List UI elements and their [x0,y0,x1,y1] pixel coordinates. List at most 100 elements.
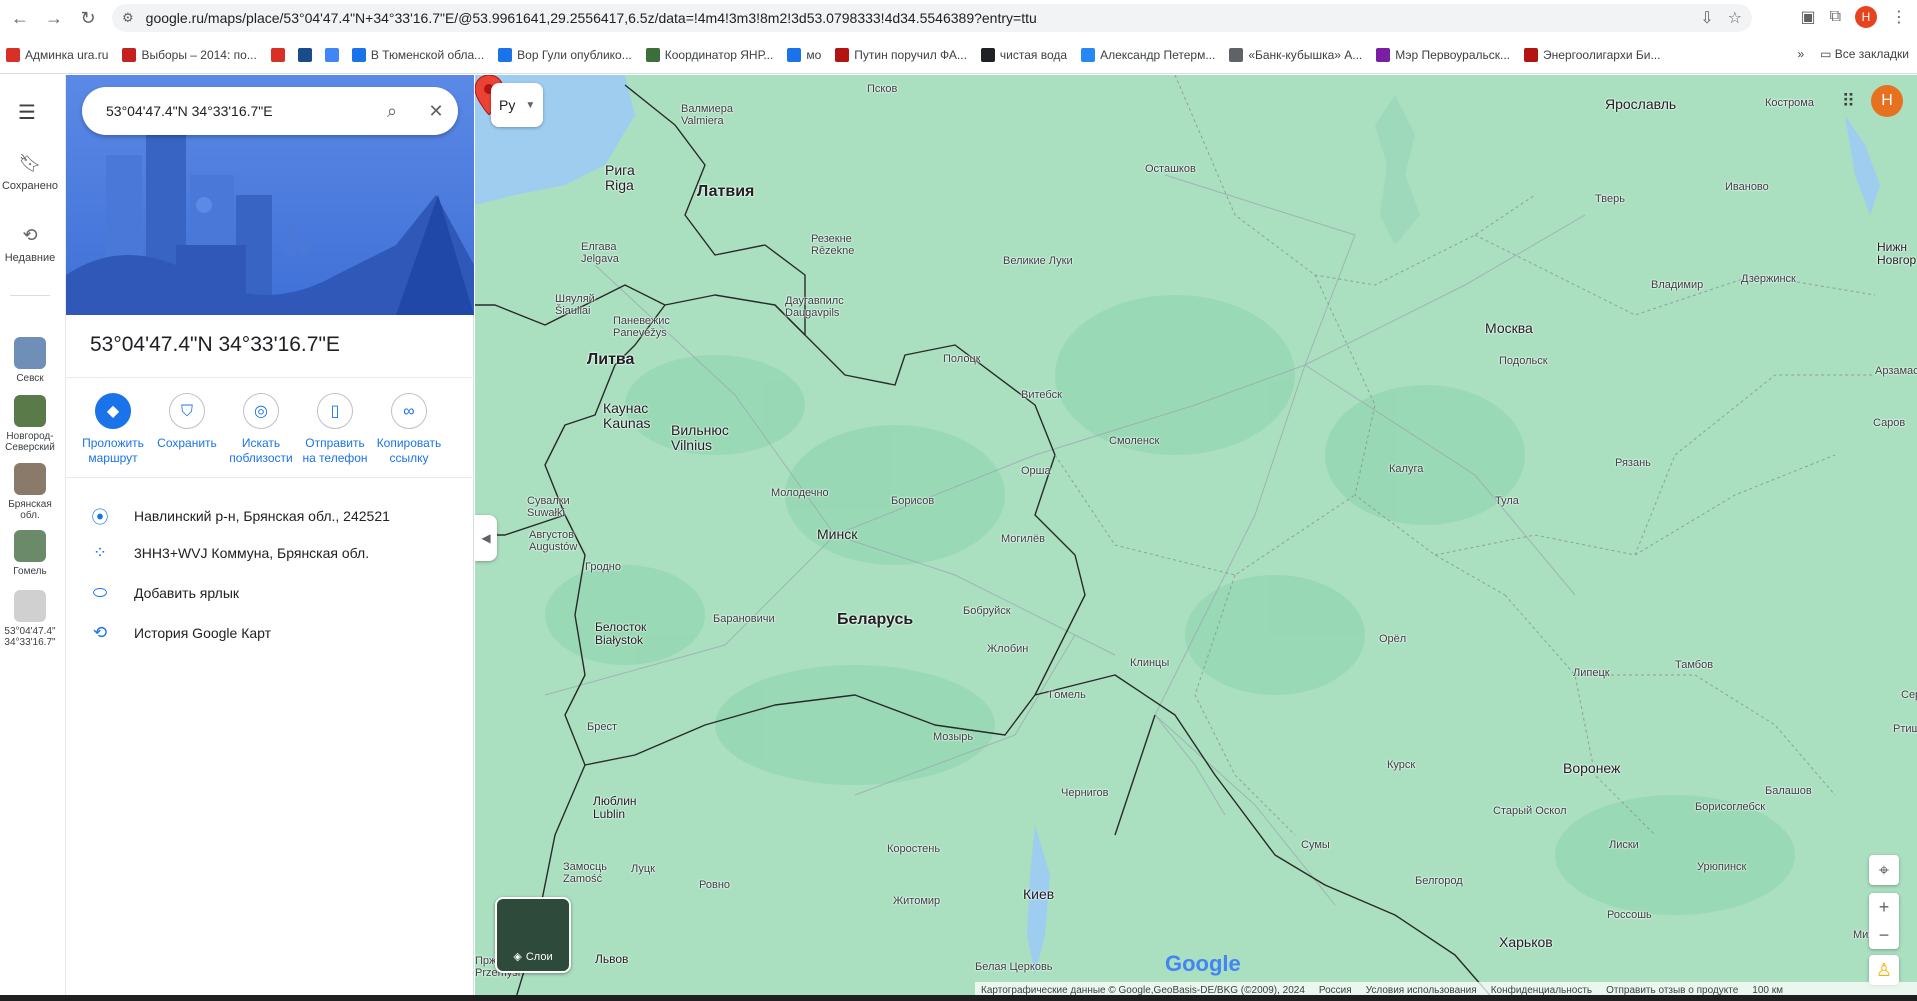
city-label[interactable]: Полоцк [943,353,981,365]
country-label[interactable]: Латвия [697,183,754,201]
city-label[interactable]: Брест [587,721,617,733]
city-label[interactable]: Кострома [1765,97,1814,109]
city-label[interactable]: Елгава Jelgava [581,241,619,265]
add-label-row[interactable]: ⬭ Добавить ярлык [90,583,239,603]
city-label[interactable]: Орша [1021,465,1051,477]
extensions-puzzle-icon[interactable]: ⧉ [1830,8,1841,26]
city-label[interactable]: Белосток Białystok [595,620,646,647]
bookmark-item[interactable]: Мэр Первоуральск... [1376,48,1510,62]
action-nearby[interactable]: ◎ Искать поблизости [224,393,298,466]
bookmark-item[interactable]: Путин поручил ФА... [835,48,967,62]
menu-kebab-icon[interactable]: ⋮ [1891,7,1907,27]
my-location-button[interactable]: ⌖ [1869,855,1899,885]
back-icon[interactable]: ← [6,4,34,32]
action-directions[interactable]: ◆ Проложить маршрут [76,393,150,466]
city-label[interactable]: Ровно [699,879,730,891]
city-label[interactable]: Псков [867,83,897,95]
city-label[interactable]: Орёл [1379,633,1406,645]
city-label[interactable]: Жлобин [987,643,1028,655]
city-label[interactable]: Ртищево [1893,723,1917,735]
bookmark-item[interactable]: В Тюменской обла... [351,48,484,62]
address-bar[interactable]: ⚙ google.ru/maps/place/53°04'47.4"N+34°3… [112,4,1752,32]
city-label[interactable]: Подольск [1499,355,1548,367]
zoom-in-button[interactable]: + [1879,893,1890,921]
city-label[interactable]: Каунас Kaunas [603,400,650,432]
rail-recent-item[interactable]: 53°04'47.4" 34°33'16.7" [0,590,60,648]
city-label[interactable]: Липецк [1573,667,1610,679]
bookmark-item[interactable]: мо [787,48,821,62]
city-label[interactable]: Августов Augustów [529,529,577,553]
city-label[interactable]: Москва [1485,320,1533,336]
city-label[interactable]: Арзамас [1875,365,1917,377]
rail-recent[interactable]: ⟲ Недавние [0,225,60,264]
city-label[interactable]: Львов [595,952,628,966]
city-label[interactable]: Дзержинск [1741,273,1796,285]
country-label[interactable]: Литва [587,351,634,369]
menu-icon[interactable]: ☰ [18,100,40,125]
action-link[interactable]: ∞ Копировать ссылку [372,393,446,466]
city-label[interactable]: Старый Оскол [1493,805,1567,817]
all-bookmarks[interactable]: ▭ Все закладки [1820,47,1909,61]
country-label[interactable]: Беларусь [837,611,913,629]
bookmark-item[interactable] [324,48,344,62]
forward-icon[interactable]: → [40,4,68,32]
city-label[interactable]: Гомель [1049,689,1086,701]
city-label[interactable]: Нижн Новгор [1877,240,1916,267]
bookmark-item[interactable] [270,48,290,62]
search-icon[interactable]: ⌕ [370,101,414,122]
city-label[interactable]: Владимир [1651,279,1703,291]
city-label[interactable]: Луцк [631,863,655,875]
address-row[interactable]: ⦿ Навлинский р-н, Брянская обл., 242521 [90,503,390,528]
account-avatar[interactable]: H [1871,85,1903,117]
search-box[interactable]: 53°04'47.4"N 34°33'16.7"E ⌕ ✕ [82,87,458,135]
action-bookmark[interactable]: ⛉ Сохранить [150,393,224,466]
city-label[interactable]: Тула [1495,495,1519,507]
apps-grid-icon[interactable]: ⠿ [1842,91,1855,112]
city-label[interactable]: Тамбов [1675,659,1713,671]
reload-icon[interactable]: ↻ [74,4,102,32]
city-label[interactable]: Валмиера Valmiera [681,103,733,127]
city-label[interactable]: Осташков [1145,163,1196,175]
city-label[interactable]: Рига Riga [605,162,635,194]
city-label[interactable]: Мозырь [933,731,973,743]
bookmark-item[interactable]: «Банк-кубышка» А... [1229,48,1362,62]
collapse-panel-button[interactable]: ◀ [475,515,497,561]
map-canvas[interactable]: Латвия Литва Беларусь Москва Воронеж Ярославл… [475,75,1917,1001]
action-send-to-phone[interactable]: ▯ Отправить на телефон [298,393,372,466]
bookmark-star-icon[interactable]: ☆ [1728,8,1742,28]
city-label[interactable]: Молодечно [771,487,829,499]
city-label[interactable]: Борисоглебск [1695,801,1765,813]
city-label[interactable]: Коростень [887,843,940,855]
city-label[interactable]: Люблин Lublin [593,794,637,821]
city-label[interactable]: Серд [1901,689,1917,701]
search-input[interactable]: 53°04'47.4"N 34°33'16.7"E [106,103,370,119]
city-label[interactable]: Тверь [1595,193,1625,205]
maps-history-row[interactable]: ⟲ История Google Карт [90,623,271,643]
city-label[interactable]: Белая Церковь [975,961,1053,973]
zoom-out-button[interactable]: − [1879,921,1890,949]
bookmark-item[interactable]: Координатор ЯНР... [645,48,773,62]
more-bookmarks-icon[interactable]: » [1797,47,1804,61]
city-label[interactable]: Воронеж [1563,760,1620,776]
bookmark-item[interactable]: Выборы – 2014: по... [122,48,257,62]
city-label[interactable]: Белгород [1415,875,1463,887]
city-label[interactable]: Сумы [1301,839,1330,851]
rail-recent-item[interactable]: Гомель [0,530,60,577]
extension-icon[interactable]: ▣ [1800,7,1815,27]
city-label[interactable]: Калуга [1389,463,1423,475]
street-view-pegman-icon[interactable]: ♙ [1869,955,1899,985]
city-label[interactable]: Чернигов [1061,787,1109,799]
bookmark-item[interactable] [297,48,317,62]
rail-recent-item[interactable]: Новгород- Северский [0,395,60,453]
language-dropdown[interactable]: Ру ▼ [491,83,543,127]
city-label[interactable]: Киев [1023,886,1054,902]
city-label[interactable]: Смоленск [1109,435,1159,447]
city-label[interactable]: Борисов [891,495,934,507]
bookmark-item[interactable]: Вор Гули опублико... [498,48,632,62]
city-label[interactable]: Сувалки Suwałki [527,495,570,519]
city-label[interactable]: Барановичи [713,613,775,625]
city-label[interactable]: Бобруйск [963,605,1011,617]
profile-avatar[interactable]: H [1855,6,1877,28]
city-label[interactable]: Иваново [1725,181,1769,193]
city-label[interactable]: Могилёв [1001,533,1045,545]
